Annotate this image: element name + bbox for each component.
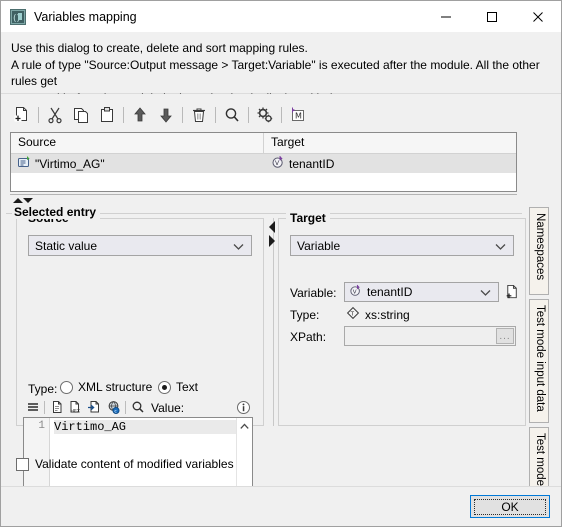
target-xpath-input[interactable]: ...	[344, 326, 516, 346]
svg-text:V: V	[353, 289, 357, 295]
svg-text:HEX: HEX	[71, 409, 81, 414]
table-header-row: Source Target	[11, 133, 516, 154]
column-header-target[interactable]: Target	[264, 133, 516, 153]
sidetab-test-mode-input-data[interactable]: Test mode input data	[529, 299, 549, 423]
xpath-browse-button[interactable]: ...	[496, 328, 514, 344]
sidetab-namespaces[interactable]: Namespaces	[529, 207, 549, 295]
target-type-label: Type:	[290, 308, 320, 322]
radio-text-label: Text	[176, 380, 199, 394]
chevron-down-icon	[480, 285, 491, 299]
document-icon[interactable]	[47, 398, 66, 416]
toolbar-separator	[123, 107, 124, 123]
column-header-source[interactable]: Source	[11, 133, 264, 153]
variables-mapping-dialog: () Variables mapping Use this dialog to …	[0, 0, 562, 527]
toolbar-separator	[215, 107, 216, 123]
hex-document-icon[interactable]: HEX	[66, 398, 85, 416]
target-group-label: Target	[286, 211, 330, 225]
sidetab-namespaces-label: Namespaces	[534, 213, 546, 281]
static-value-icon	[17, 155, 31, 172]
target-xpath-label: XPath:	[290, 330, 327, 344]
description-line-1: Use this dialog to create, delete and so…	[11, 41, 308, 55]
table-row[interactable]: "Virtimo_AG" V tenantID	[11, 154, 516, 173]
toolbar-separator	[182, 107, 183, 123]
splitter-arrows[interactable]	[12, 196, 34, 205]
svg-text:T: T	[350, 311, 355, 317]
globe-link-icon[interactable]: c	[104, 398, 123, 416]
checkbox-box[interactable]	[16, 457, 29, 471]
dialog-content: M Source Target "Virtimo_AG" V tenantID …	[1, 94, 561, 526]
radio-text-button[interactable]	[158, 380, 171, 394]
target-type-value-row: T xs:string	[346, 306, 410, 323]
variable-icon: V	[271, 155, 285, 172]
new-variable-button[interactable]	[502, 282, 522, 302]
target-type-value: xs:string	[365, 307, 410, 322]
window-controls	[423, 1, 561, 32]
module-flag-button[interactable]: M	[285, 102, 311, 128]
table-cell-target: V tenantID	[264, 155, 516, 172]
title-bar: () Variables mapping	[1, 1, 561, 32]
source-value-label: Value:	[151, 401, 185, 415]
cut-button[interactable]	[42, 102, 68, 128]
target-type-select[interactable]: Variable	[290, 235, 514, 256]
window-title: Variables mapping	[34, 9, 137, 24]
move-up-button[interactable]	[127, 102, 153, 128]
toolbar-separator	[248, 107, 249, 123]
minimize-button[interactable]	[423, 1, 469, 32]
ok-button-label: OK	[474, 498, 546, 515]
table-cell-source: "Virtimo_AG"	[11, 155, 264, 172]
toolbar-separator	[281, 107, 282, 123]
radio-xml-structure-label: XML structure	[78, 380, 153, 394]
new-rule-button[interactable]	[9, 102, 35, 128]
delete-button[interactable]	[186, 102, 212, 128]
info-icon[interactable]	[234, 398, 253, 416]
source-type-label: Type:	[28, 382, 58, 396]
target-type-select-value: Variable	[297, 238, 341, 253]
rules-toolbar: M	[9, 101, 517, 129]
target-variable-select[interactable]: V tenantID	[344, 282, 499, 302]
toolbar-separator	[38, 107, 39, 123]
search-button[interactable]	[219, 102, 245, 128]
scroll-up-arrow-icon[interactable]	[237, 419, 252, 433]
copy-button[interactable]	[68, 102, 94, 128]
svg-text:M: M	[295, 112, 302, 121]
format-lines-icon[interactable]	[23, 398, 42, 416]
minibar-separator	[125, 400, 126, 414]
source-type-select-value: Static value	[35, 238, 98, 253]
app-variables-icon: ()	[10, 8, 26, 25]
target-variable-label: Variable:	[290, 286, 337, 300]
chevron-down-icon	[495, 239, 506, 253]
chevron-down-icon	[233, 239, 244, 253]
dialog-footer: OK	[1, 486, 561, 526]
radio-xml-structure[interactable]: XML structure	[60, 380, 152, 394]
magnifier-icon[interactable]	[128, 398, 147, 416]
sidetab-test-mode-input-data-label: Test mode input data	[534, 305, 546, 412]
table-cell-target-text: tenantID	[289, 156, 335, 171]
radio-xml-structure-button[interactable]	[60, 380, 73, 394]
radio-text[interactable]: Text	[158, 380, 198, 394]
maximize-button[interactable]	[469, 1, 515, 32]
editor-line-number: 1	[38, 420, 45, 432]
selected-entry-title: Selected entry	[12, 205, 101, 219]
validate-content-checkbox[interactable]: Validate content of modified variables	[16, 457, 234, 471]
import-document-icon[interactable]	[85, 398, 104, 416]
ok-button[interactable]: OK	[470, 495, 550, 518]
description-line-2: A rule of type "Source:Output message > …	[11, 57, 540, 89]
settings-button[interactable]	[252, 102, 278, 128]
minibar-separator	[44, 400, 45, 414]
validate-content-label: Validate content of modified variables	[35, 457, 234, 471]
source-type-select[interactable]: Static value	[28, 235, 252, 256]
vertical-splitter[interactable]	[267, 218, 278, 426]
close-button[interactable]	[515, 1, 561, 32]
editor-line-text: Virtimo_AG	[54, 420, 236, 434]
move-down-button[interactable]	[153, 102, 179, 128]
variable-icon: V	[349, 284, 362, 300]
paste-button[interactable]	[94, 102, 120, 128]
description-band: Use this dialog to create, delete and so…	[1, 32, 561, 105]
target-variable-value: tenantID	[367, 285, 413, 299]
xs-type-icon: T	[346, 306, 360, 323]
source-value-toolbar: HEX c Value:	[23, 398, 253, 416]
rules-table[interactable]: Source Target "Virtimo_AG" V tenantID	[10, 132, 517, 192]
table-cell-source-text: "Virtimo_AG"	[35, 156, 105, 171]
